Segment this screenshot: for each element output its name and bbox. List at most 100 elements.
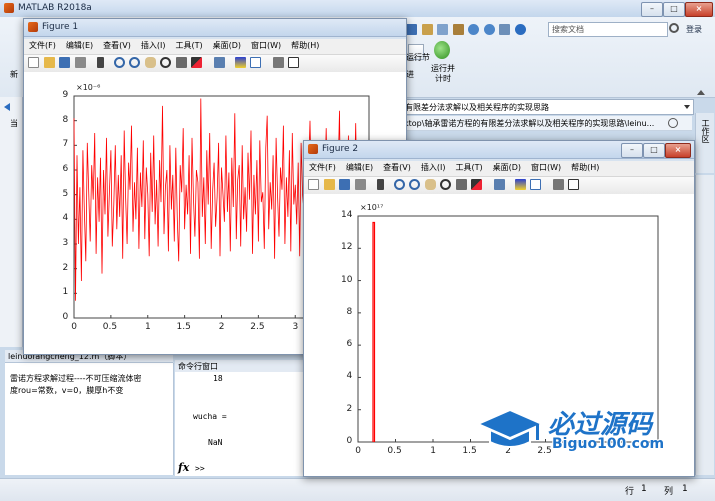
fig1-ytick-label: 2 (62, 262, 69, 273)
paste-icon[interactable] (452, 24, 464, 35)
fig1-colorbar-icon[interactable] (234, 57, 246, 68)
fig2-menu-edit[interactable]: 编辑(E) (341, 161, 378, 175)
figure2-maximize-button[interactable]: □ (643, 143, 665, 158)
fig2-legend-icon[interactable] (530, 179, 542, 190)
fig1-ytick-label: 5 (62, 188, 69, 199)
folder-dropdown-icon[interactable] (684, 105, 690, 109)
figure2-toolbar (304, 177, 694, 195)
workspace-panel-tab[interactable]: 工作区 (695, 113, 714, 173)
fig1-menu-insert[interactable]: 插入(I) (136, 39, 171, 53)
figure2-minimize-button[interactable]: – (621, 143, 643, 158)
fig2-zoom-out-icon[interactable] (409, 179, 421, 190)
save-icon[interactable] (406, 24, 417, 35)
figure2-close-button[interactable]: × (665, 143, 691, 158)
fig1-pan-icon[interactable] (144, 57, 156, 68)
fig1-menu-desktop[interactable]: 桌面(D) (208, 39, 246, 53)
status-bar: 行 1 列 1 (0, 478, 715, 501)
fig2-xtick-label: 0 (355, 446, 362, 456)
login-link[interactable]: 登录 (686, 24, 702, 35)
new-button-partial[interactable]: 新 (10, 69, 18, 80)
current-folder-bar[interactable]: 有限差分法求解以及相关程序的实现思路 (400, 99, 694, 115)
figure2-titlebar[interactable]: Figure 2 – □ × (304, 141, 694, 159)
fig1-hide-tools-icon[interactable] (272, 57, 284, 68)
help-icon[interactable] (514, 24, 526, 35)
fig2-new-icon[interactable] (308, 179, 319, 190)
current-folder-path: 有限差分法求解以及相关程序的实现思路 (405, 103, 549, 112)
fig1-ytick-label: 4 (62, 213, 69, 224)
fig2-menu-insert[interactable]: 插入(I) (416, 161, 451, 175)
fig1-legend-icon[interactable] (250, 57, 262, 68)
fig2-ytick-label: 8 (346, 306, 353, 317)
fig1-new-icon[interactable] (28, 57, 39, 68)
fig1-zoom-in-icon[interactable] (113, 57, 125, 68)
fig1-menu-tools[interactable]: 工具(T) (170, 39, 207, 53)
status-row-label: 行 (625, 487, 635, 497)
fig2-link-icon[interactable] (494, 179, 506, 190)
fig2-rotate-icon[interactable] (440, 179, 452, 190)
fig1-show-tools-icon[interactable] (288, 57, 300, 68)
fig2-zoom-in-icon[interactable] (393, 179, 405, 190)
run-and-time-icon[interactable] (434, 41, 450, 59)
fig1-menu-window[interactable]: 窗口(W) (246, 39, 286, 53)
fig2-brush-icon[interactable] (471, 179, 483, 190)
fig2-save-icon[interactable] (339, 179, 351, 190)
figure1-titlebar[interactable]: Figure 1 (24, 19, 406, 37)
fig1-brush-icon[interactable] (191, 57, 203, 68)
fig1-menu-view[interactable]: 查看(V) (98, 39, 136, 53)
workspace-tab-label: 工作区 (701, 119, 710, 143)
file-path-bar: ktop\轴承雷诺方程的有限差分法求解以及相关程序的实现思路\leinu... (400, 116, 692, 131)
search-icon[interactable] (669, 23, 679, 33)
current-folder-partial[interactable]: 当 (10, 118, 18, 129)
fig2-show-tools-icon[interactable] (568, 179, 580, 190)
undo-icon[interactable] (468, 24, 480, 35)
redo-icon[interactable] (483, 24, 495, 35)
cut-icon[interactable] (421, 24, 433, 35)
fx-icon[interactable]: fx (178, 461, 189, 474)
fig1-print-icon[interactable] (74, 57, 86, 68)
fig2-select-icon[interactable] (377, 179, 385, 190)
fig1-save-icon[interactable] (59, 57, 71, 68)
fig1-datacursor-icon[interactable] (175, 57, 187, 68)
fig2-menu-view[interactable]: 查看(V) (378, 161, 416, 175)
fig1-rotate-icon[interactable] (160, 57, 172, 68)
left-strip: 新 当 (0, 70, 23, 347)
fig2-menu-desktop[interactable]: 桌面(D) (488, 161, 526, 175)
fig2-datacursor-icon[interactable] (455, 179, 467, 190)
fig2-menu-file[interactable]: 文件(F) (304, 161, 341, 175)
fig2-menu-tools[interactable]: 工具(T) (450, 161, 487, 175)
watermark-logo: 必过源码 Biguo100.com (474, 404, 674, 456)
fig1-link-icon[interactable] (214, 57, 226, 68)
fig2-ytick-label: 14 (341, 210, 353, 220)
advance-label[interactable]: 进 (406, 69, 414, 80)
command-window[interactable]: 18 wucha = NaN fx >> (175, 372, 305, 476)
fig1-select-icon[interactable] (97, 57, 105, 68)
matlab-minimize-button[interactable]: – (641, 2, 663, 17)
fig2-ytick-label: 0 (346, 436, 353, 446)
copy-icon[interactable] (437, 24, 449, 35)
matlab-close-button[interactable]: × (685, 2, 713, 17)
fig2-menu-help[interactable]: 帮助(H) (566, 161, 604, 175)
fig2-pan-icon[interactable] (424, 179, 436, 190)
figure1-logo-icon (28, 22, 38, 32)
search-docs-input[interactable]: 搜索文档 (548, 22, 668, 37)
ribbon-collapse-icon[interactable] (697, 90, 705, 95)
fig1-menu-edit[interactable]: 编辑(E) (61, 39, 98, 53)
fig2-ytick-label: 6 (346, 339, 353, 350)
fig2-colorbar-icon[interactable] (514, 179, 526, 190)
fig1-menu-file[interactable]: 文件(F) (24, 39, 61, 53)
fig2-hide-tools-icon[interactable] (552, 179, 564, 190)
path-options-icon[interactable] (668, 118, 678, 128)
matlab-maximize-button[interactable]: □ (663, 2, 685, 17)
back-arrow-icon[interactable] (4, 103, 10, 111)
cmd-prompt[interactable]: >> (195, 464, 205, 473)
fig1-open-icon[interactable] (43, 57, 55, 68)
editor-details-panel: 雷诺方程求解过程----不可压缩流体密 度rou=常数，v=0，膜厚h不变 (5, 363, 174, 475)
fig1-menu-help[interactable]: 帮助(H) (286, 39, 324, 53)
fig1-zoom-out-icon[interactable] (129, 57, 141, 68)
fig2-menu-window[interactable]: 窗口(W) (526, 161, 566, 175)
fig2-print-icon[interactable] (354, 179, 366, 190)
run-and-time-label[interactable]: 运行并 计时 (431, 64, 455, 84)
fig2-open-icon[interactable] (323, 179, 335, 190)
switch-window-icon[interactable] (499, 24, 511, 35)
run-section-label[interactable]: 运行节 (406, 52, 430, 63)
